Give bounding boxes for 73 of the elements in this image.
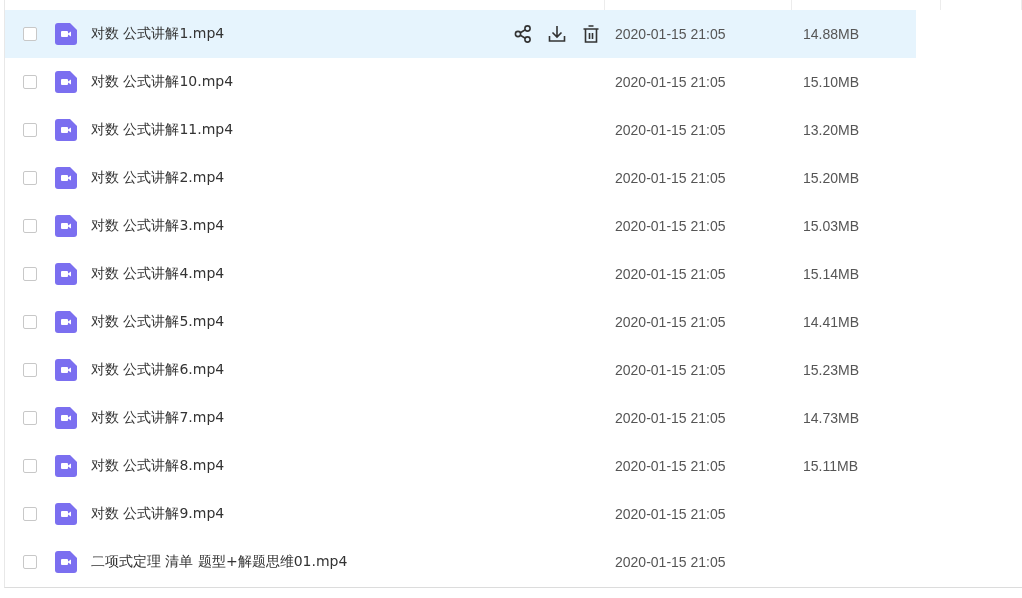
video-file-icon [55,407,77,429]
file-name[interactable]: 对数 公式讲解5.mp4 [91,313,491,331]
file-size: 15.11MB [803,458,858,474]
modified-date: 2020-01-15 21:05 [615,506,727,522]
checkbox[interactable] [23,507,37,521]
file-row[interactable]: 对数 公式讲解11.mp4 2020-01-15 21:05 13.20MB [5,106,916,154]
modified-date: 2020-01-15 21:05 [615,410,727,426]
file-size: 13.20MB [803,122,860,138]
file-row[interactable]: 对数 公式讲解6.mp4 2020-01-15 21:05 15.23MB [5,346,916,394]
modified-date: 2020-01-15 21:05 [615,74,727,90]
file-name[interactable]: 对数 公式讲解3.mp4 [91,217,491,235]
download-icon[interactable] [547,24,567,44]
modified-date: 2020-01-15 21:05 [615,122,727,138]
checkbox[interactable] [23,219,37,233]
file-name[interactable]: 对数 公式讲解8.mp4 [91,457,491,475]
trash-icon[interactable] [581,24,601,44]
file-name[interactable]: 对数 公式讲解2.mp4 [91,169,491,187]
file-row[interactable]: 对数 公式讲解7.mp4 2020-01-15 21:05 14.73MB [5,394,916,442]
file-size: 15.10MB [803,74,860,90]
file-name[interactable]: 对数 公式讲解11.mp4 [91,121,491,139]
checkbox[interactable] [23,315,37,329]
file-size: 14.88MB [803,26,860,42]
checkbox[interactable] [23,459,37,473]
file-name[interactable]: 对数 公式讲解6.mp4 [91,361,491,379]
video-file-icon [55,503,77,525]
file-row[interactable]: 对数 公式讲解2.mp4 2020-01-15 21:05 15.20MB [5,154,916,202]
file-size: 14.41MB [803,314,860,330]
video-file-icon [55,263,77,285]
file-size: 15.14MB [803,266,860,282]
file-size: 14.73MB [803,410,860,426]
video-file-icon [55,455,77,477]
file-row[interactable]: 对数 公式讲解9.mp4 2020-01-15 21:05 [5,490,916,538]
file-row[interactable]: 对数 公式讲解4.mp4 2020-01-15 21:05 15.14MB [5,250,916,298]
checkbox[interactable] [23,27,37,41]
file-name[interactable]: 对数 公式讲解10.mp4 [91,73,491,91]
video-file-icon [55,167,77,189]
file-name[interactable]: 对数 公式讲解9.mp4 [91,505,491,523]
file-size: 15.20MB [803,170,860,186]
file-row[interactable]: 对数 公式讲解1.mp4 2020-01-15 21:05 14.88MB [5,10,916,58]
modified-date: 2020-01-15 21:05 [615,362,727,378]
modified-date: 2020-01-15 21:05 [615,26,727,42]
file-row[interactable]: 对数 公式讲解5.mp4 2020-01-15 21:05 14.41MB [5,298,916,346]
file-name[interactable]: 二项式定理 清单 题型+解题思维01.mp4 [91,553,491,571]
file-size: 15.23MB [803,362,860,378]
modified-date: 2020-01-15 21:05 [615,266,727,282]
checkbox[interactable] [23,363,37,377]
file-row[interactable]: 二项式定理 清单 题型+解题思维01.mp4 2020-01-15 21:05 [5,538,916,586]
modified-date: 2020-01-15 21:05 [615,458,727,474]
video-file-icon [55,215,77,237]
video-file-icon [55,23,77,45]
file-name[interactable]: 对数 公式讲解1.mp4 [91,25,491,43]
file-row[interactable]: 对数 公式讲解3.mp4 2020-01-15 21:05 15.03MB [5,202,916,250]
video-file-icon [55,359,77,381]
video-file-icon [55,71,77,93]
file-row[interactable]: 对数 公式讲解8.mp4 2020-01-15 21:05 15.11MB [5,442,916,490]
checkbox[interactable] [23,123,37,137]
modified-date: 2020-01-15 21:05 [615,314,727,330]
modified-date: 2020-01-15 21:05 [615,170,727,186]
video-file-icon [55,119,77,141]
modified-date: 2020-01-15 21:05 [615,554,727,570]
video-file-icon [55,311,77,333]
file-name[interactable]: 对数 公式讲解7.mp4 [91,409,491,427]
share-icon[interactable] [513,24,533,44]
file-name[interactable]: 对数 公式讲解4.mp4 [91,265,491,283]
checkbox[interactable] [23,411,37,425]
checkbox[interactable] [23,171,37,185]
file-row[interactable]: 对数 公式讲解10.mp4 2020-01-15 21:05 15.10MB [5,58,916,106]
checkbox[interactable] [23,267,37,281]
video-file-icon [55,551,77,573]
checkbox[interactable] [23,75,37,89]
checkbox[interactable] [23,555,37,569]
modified-date: 2020-01-15 21:05 [615,218,727,234]
file-size: 15.03MB [803,218,860,234]
